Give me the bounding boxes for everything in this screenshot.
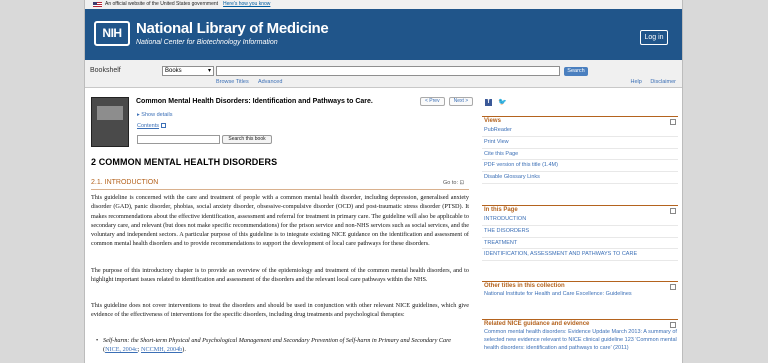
chevron-down-icon — [161, 123, 167, 129]
goto-control[interactable]: Go to: ⊡ — [443, 180, 464, 186]
book-search-input[interactable] — [137, 135, 220, 144]
help-links: Help Disclaimer — [623, 79, 676, 85]
gov-banner: An official website of the United States… — [85, 0, 682, 9]
goto-label: Go to: — [443, 180, 458, 186]
search-input[interactable] — [216, 66, 560, 76]
us-flag-icon — [93, 2, 102, 7]
related-panel: Related NICE guidance and evidence Commo… — [482, 319, 678, 352]
chapter-nav: < Prev Next > — [420, 97, 474, 106]
citation-link[interactable]: NCCMH, 2004b — [141, 346, 182, 353]
search-sublinks: Browse Titles Advanced — [216, 79, 290, 85]
disclaimer-link[interactable]: Disclaimer — [650, 79, 676, 85]
next-button[interactable]: Next > — [448, 97, 474, 106]
site-subtitle: National Center for Biotechnology Inform… — [136, 39, 278, 46]
sidebar: f 🐦 Views PubReader Print View Cite this… — [482, 89, 678, 363]
search-button[interactable]: Search — [564, 67, 588, 76]
sidebar-item-cite[interactable]: Cite this Page — [482, 149, 678, 161]
sidebar-item-treatment[interactable]: TREATMENT — [482, 238, 678, 250]
browse-titles-link[interactable]: Browse Titles — [216, 79, 249, 85]
content-area: Common Mental Health Disorders: Identifi… — [85, 89, 682, 363]
views-heading[interactable]: Views — [482, 116, 678, 125]
sidebar-item-pdf[interactable]: PDF version of this title (1.4M) — [482, 160, 678, 173]
bullet-title: Self-harm: the Short-term Physical and P… — [103, 337, 452, 344]
book-cover-image[interactable] — [91, 97, 129, 147]
database-select[interactable]: Books — [162, 66, 214, 76]
views-panel: Views PubReader Print View Cite this Pag… — [482, 116, 678, 184]
bookshelf-label[interactable]: Bookshelf — [90, 67, 121, 74]
book-title[interactable]: Common Mental Health Disorders: Identifi… — [136, 98, 373, 105]
paragraph-3: This guideline does not cover interventi… — [91, 302, 469, 319]
login-button[interactable]: Log in — [640, 30, 668, 45]
chapter-heading: 2 COMMON MENTAL HEALTH DISORDERS — [91, 157, 278, 167]
other-titles-heading[interactable]: Other titles in this collection — [482, 281, 678, 290]
in-this-page-panel: In this Page INTRODUCTION THE DISORDERS … — [482, 205, 678, 262]
sidebar-item-pubreader[interactable]: PubReader — [482, 125, 678, 137]
list-item: Self-harm: the Short-term Physical and P… — [96, 336, 463, 355]
twitter-icon[interactable]: 🐦 — [498, 99, 507, 106]
other-titles-panel: Other titles in this collection National… — [482, 281, 678, 298]
section-divider — [91, 189, 469, 190]
search-this-book-button[interactable]: Search this book — [222, 135, 272, 144]
search-bar: Bookshelf Books Search Browse Titles Adv… — [85, 60, 682, 88]
sidebar-item-print-view[interactable]: Print View — [482, 137, 678, 149]
contents-label: Contents — [137, 123, 160, 129]
section-heading: 2.1. INTRODUCTION — [91, 179, 159, 186]
nih-logo[interactable]: NIH — [94, 21, 130, 46]
help-link[interactable]: Help — [630, 79, 641, 85]
show-details-label: Show details — [141, 112, 173, 118]
sidebar-item-evidence-update[interactable]: Common mental health disorders: Evidence… — [482, 328, 678, 352]
sidebar-item-glossary[interactable]: Disable Glossary Links — [482, 172, 678, 184]
show-details-link[interactable]: ▸ Show details — [137, 112, 172, 118]
contents-link[interactable]: Contents — [137, 123, 167, 129]
advanced-link[interactable]: Advanced — [258, 79, 282, 85]
site-title[interactable]: National Library of Medicine — [136, 20, 329, 37]
prev-button[interactable]: < Prev — [420, 97, 445, 106]
main-column: Common Mental Health Disorders: Identifi… — [85, 89, 475, 363]
sidebar-item-introduction[interactable]: INTRODUCTION — [482, 214, 678, 226]
sidebar-item-nice-guidelines[interactable]: National Institute for Health and Care E… — [482, 290, 678, 298]
sidebar-item-identification[interactable]: IDENTIFICATION, ASSESSMENT AND PATHWAYS … — [482, 249, 678, 262]
facebook-icon[interactable]: f — [485, 99, 492, 106]
paragraph-2: The purpose of this introductory chapter… — [91, 267, 469, 284]
page: An official website of the United States… — [84, 0, 683, 363]
citation-link[interactable]: NICE, 2004c — [105, 346, 138, 353]
gov-banner-text: An official website of the United States… — [105, 1, 219, 7]
site-header: NIH National Library of Medicine Nationa… — [85, 9, 682, 60]
paragraph-1: This guideline is concerned with the car… — [91, 194, 469, 248]
related-heading[interactable]: Related NICE guidance and evidence — [482, 319, 678, 328]
in-this-page-heading[interactable]: In this Page — [482, 205, 678, 214]
heres-how-you-know-link[interactable]: Here's how you know — [223, 0, 270, 9]
sidebar-item-disorders[interactable]: THE DISORDERS — [482, 226, 678, 238]
